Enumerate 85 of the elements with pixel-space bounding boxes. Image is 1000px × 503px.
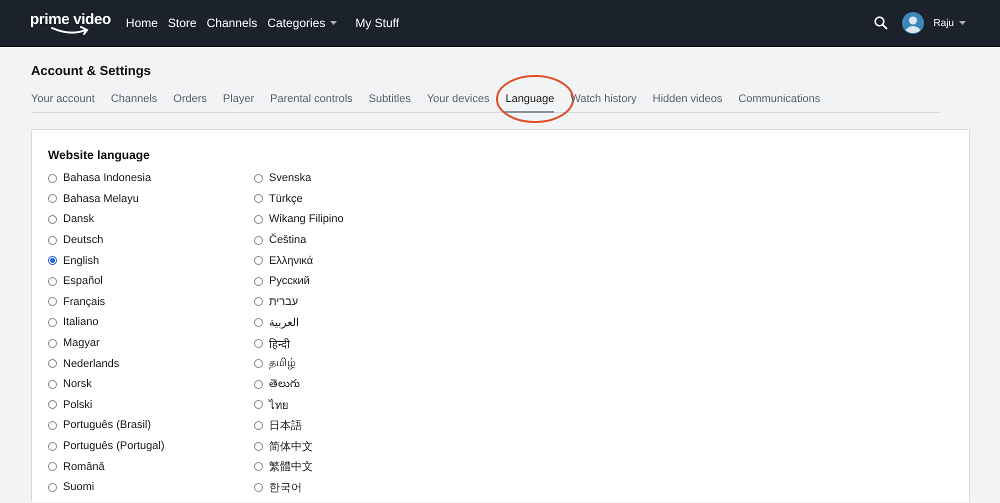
radio-button[interactable] bbox=[48, 380, 57, 389]
radio-button[interactable] bbox=[48, 256, 57, 266]
radio-button[interactable] bbox=[254, 276, 263, 286]
radio-button[interactable] bbox=[254, 420, 263, 430]
tab[interactable]: Your account bbox=[31, 93, 95, 113]
caret-icon bbox=[959, 21, 966, 25]
language-option[interactable]: עברית bbox=[254, 292, 454, 312]
language-option[interactable]: ไทย bbox=[254, 394, 454, 416]
language-option[interactable]: 한국어 bbox=[254, 476, 454, 498]
radio-button[interactable] bbox=[48, 420, 57, 430]
radio-button[interactable] bbox=[254, 214, 263, 224]
language-option[interactable]: Magyar bbox=[48, 332, 254, 354]
radio-button[interactable] bbox=[48, 359, 57, 368]
language-option[interactable]: العربية bbox=[254, 312, 454, 333]
language-option[interactable]: Español bbox=[48, 270, 254, 292]
language-option[interactable]: 日本語 bbox=[254, 415, 454, 436]
language-option[interactable]: Français bbox=[48, 292, 254, 312]
language-option[interactable]: Ελληνικά bbox=[254, 250, 454, 271]
radio-button[interactable] bbox=[254, 174, 263, 183]
radio-button[interactable] bbox=[254, 380, 263, 389]
nav-link[interactable]: My Stuff bbox=[352, 12, 402, 34]
tab[interactable]: Orders bbox=[173, 93, 207, 113]
language-option[interactable]: Polski bbox=[48, 394, 254, 416]
tab[interactable]: Subtitles bbox=[368, 93, 411, 113]
radio-button[interactable] bbox=[254, 400, 263, 410]
tab[interactable]: Your devices bbox=[426, 93, 490, 113]
avatar-icon[interactable] bbox=[902, 12, 924, 34]
tab[interactable]: Parental controls bbox=[270, 93, 353, 113]
radio-button[interactable] bbox=[254, 318, 263, 327]
language-option[interactable]: Deutsch bbox=[48, 230, 254, 250]
radio-button[interactable] bbox=[254, 442, 263, 451]
language-option[interactable]: Português (Brasil) bbox=[48, 415, 254, 436]
language-option[interactable]: Norsk bbox=[48, 374, 254, 395]
language-option[interactable]: English bbox=[48, 250, 254, 271]
language-option[interactable]: Svenska bbox=[254, 168, 454, 189]
radio-button[interactable] bbox=[48, 194, 57, 204]
language-option[interactable]: हिन्दी bbox=[254, 332, 454, 354]
language-option[interactable]: Italiano bbox=[48, 312, 254, 333]
language-option[interactable]: Suomi bbox=[48, 476, 254, 498]
radio-button[interactable] bbox=[48, 318, 57, 327]
radio-button[interactable] bbox=[254, 194, 263, 204]
language-option[interactable]: Čeština bbox=[254, 230, 454, 250]
radio-button[interactable] bbox=[48, 174, 57, 183]
nav-link[interactable]: Store bbox=[164, 12, 200, 34]
user-menu[interactable]: Raju bbox=[930, 14, 969, 32]
language-option[interactable]: తెలుగు bbox=[254, 374, 454, 395]
tab[interactable]: Hidden videos bbox=[652, 93, 722, 113]
radio-button[interactable] bbox=[48, 442, 57, 451]
radio-button[interactable] bbox=[48, 214, 57, 224]
radio-button[interactable] bbox=[254, 297, 263, 306]
language-option[interactable]: தமிழ் bbox=[254, 353, 454, 374]
page-title: Account & Settings bbox=[31, 63, 152, 78]
nav-link[interactable]: Categories bbox=[264, 12, 340, 34]
logo-text[interactable]: prime video bbox=[30, 12, 111, 26]
language-option[interactable]: Wikang Filipino bbox=[254, 209, 454, 230]
language-option[interactable]: Bahasa Melayu bbox=[48, 188, 254, 210]
radio-button[interactable] bbox=[254, 236, 263, 245]
language-option[interactable]: 简体中文 bbox=[254, 436, 454, 456]
radio-button[interactable] bbox=[48, 338, 57, 348]
radio-button[interactable] bbox=[254, 338, 263, 348]
language-option[interactable]: Русский bbox=[254, 270, 454, 292]
radio-button[interactable] bbox=[48, 276, 57, 286]
search-icon[interactable] bbox=[874, 16, 888, 30]
radio-button[interactable] bbox=[48, 462, 57, 472]
radio-button[interactable] bbox=[48, 400, 57, 410]
tab[interactable]: Player bbox=[222, 93, 254, 113]
language-option[interactable]: Türkçe bbox=[254, 188, 454, 210]
language-option[interactable]: Bahasa Indonesia bbox=[48, 168, 254, 189]
section-heading: Website language bbox=[48, 148, 151, 162]
radio-button[interactable] bbox=[48, 236, 57, 245]
language-option[interactable]: Română bbox=[48, 456, 254, 477]
language-option[interactable]: 繁體中文 bbox=[254, 456, 454, 477]
tab[interactable]: Channels bbox=[110, 93, 158, 113]
language-option[interactable]: Nederlands bbox=[48, 353, 254, 374]
nav-link[interactable]: Channels bbox=[204, 12, 260, 34]
language-option[interactable]: Dansk bbox=[48, 209, 254, 230]
radio-button[interactable] bbox=[254, 482, 263, 492]
nav-link[interactable]: Home bbox=[122, 12, 161, 34]
radio-button[interactable] bbox=[48, 297, 57, 306]
tab[interactable]: Communications bbox=[738, 93, 820, 113]
radio-button[interactable] bbox=[48, 482, 57, 492]
language-option[interactable]: Português (Portugal) bbox=[48, 436, 254, 456]
radio-button[interactable] bbox=[254, 256, 263, 266]
radio-button[interactable] bbox=[254, 462, 263, 472]
radio-button[interactable] bbox=[254, 359, 263, 368]
